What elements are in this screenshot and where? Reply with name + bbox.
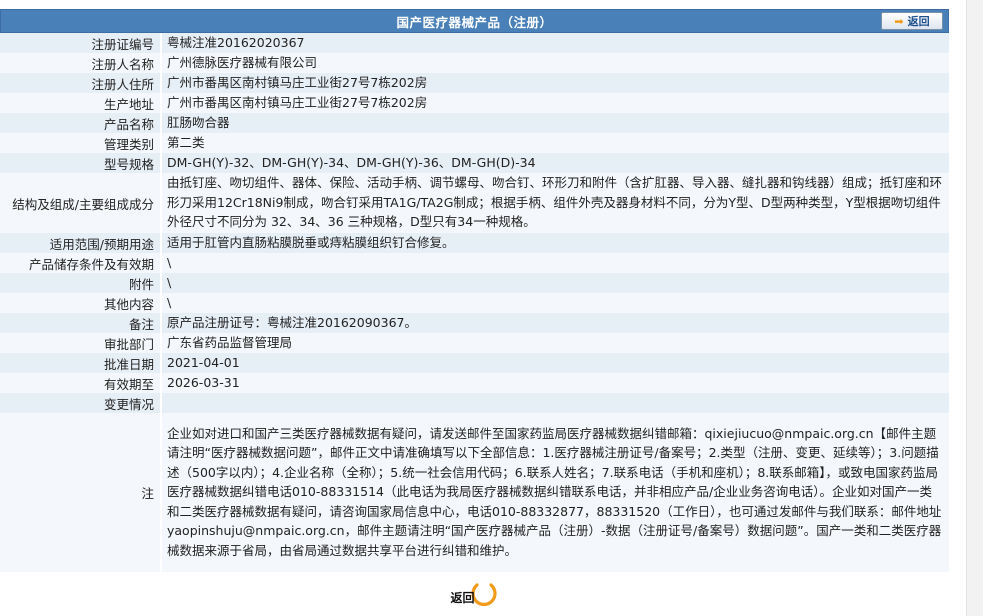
label-approval-date: 批准日期 <box>0 353 162 373</box>
row-note: 注 企业如对进口和国产三类医疗器械数据有疑问，请发送邮件至国家药监局医疗器械数据… <box>0 413 949 572</box>
value-structure-composition: 由抵钉座、吻切组件、器体、保险、活动手柄、调节螺母、吻合钉、环形刀和附件（含扩肛… <box>161 173 949 233</box>
label-production-address: 生产地址 <box>0 93 162 113</box>
label-attachments: 附件 <box>0 273 162 293</box>
row-registrant-name: 注册人名称 广州德脉医疗器械有限公司 <box>0 53 949 73</box>
row-change-history: 变更情况 <box>0 393 949 413</box>
value-management-class: 第二类 <box>161 133 949 153</box>
value-attachments: \ <box>161 273 949 293</box>
vertical-scrollbar[interactable] <box>966 0 983 616</box>
footer-bar: 返回 <box>0 575 949 615</box>
row-approval-date: 批准日期 2021-04-01 <box>0 353 949 373</box>
label-valid-until: 有效期至 <box>0 373 162 393</box>
row-production-address: 生产地址 广州市番禺区南村镇马庄工业街27号7栋202房 <box>0 93 949 113</box>
row-management-class: 管理类别 第二类 <box>0 133 949 153</box>
row-intended-use: 适用范围/预期用途 适用于肛管内直肠粘膜脱垂或痔粘膜组织钉合修复。 <box>0 233 949 253</box>
detail-table: 注册证编号 粤械注准20162020367 注册人名称 广州德脉医疗器械有限公司… <box>0 33 949 572</box>
row-valid-until: 有效期至 2026-03-31 <box>0 373 949 393</box>
row-remarks: 备注 原产品注册证号：粤械注准20162090367。 <box>0 313 949 333</box>
value-registration-number: 粤械注准20162020367 <box>161 33 949 53</box>
row-registration-number: 注册证编号 粤械注准20162020367 <box>0 33 949 53</box>
value-approval-date: 2021-04-01 <box>161 353 949 373</box>
label-change-history: 变更情况 <box>0 393 162 413</box>
value-remarks: 原产品注册证号：粤械注准20162090367。 <box>161 313 949 333</box>
value-storage-validity: \ <box>161 253 949 273</box>
value-model-spec: DM-GH(Y)-32、DM-GH(Y)-34、DM-GH(Y)-36、DM-G… <box>161 153 949 173</box>
value-note: 企业如对进口和国产三类医疗器械数据有疑问，请发送邮件至国家药监局医疗器械数据纠错… <box>161 413 949 572</box>
row-storage-validity: 产品储存条件及有效期 \ <box>0 253 949 273</box>
value-registrant-address: 广州市番禺区南村镇马庄工业街27号7栋202房 <box>161 73 949 93</box>
detail-panel: 国产医疗器械产品（注册） ➡ 返回 注册证编号 粤械注准20162020367 … <box>0 9 949 572</box>
back-button-top-label: 返回 <box>907 15 930 28</box>
label-remarks: 备注 <box>0 313 162 333</box>
arrow-right-icon: ➡ <box>894 14 904 28</box>
row-model-spec: 型号规格 DM-GH(Y)-32、DM-GH(Y)-34、DM-GH(Y)-36… <box>0 153 949 173</box>
value-registrant-name: 广州德脉医疗器械有限公司 <box>161 53 949 73</box>
page-title: 国产医疗器械产品（注册） <box>396 14 553 30</box>
value-production-address: 广州市番禺区南村镇马庄工业街27号7栋202房 <box>161 93 949 113</box>
label-registrant-name: 注册人名称 <box>0 53 162 73</box>
row-other-content: 其他内容 \ <box>0 293 949 313</box>
label-registration-number: 注册证编号 <box>0 33 162 53</box>
row-approval-department: 审批部门 广东省药品监督管理局 <box>0 333 949 353</box>
label-storage-validity: 产品储存条件及有效期 <box>0 253 162 273</box>
value-product-name: 肛肠吻合器 <box>161 113 949 133</box>
label-note: 注 <box>0 413 162 572</box>
label-approval-department: 审批部门 <box>0 333 162 353</box>
row-product-name: 产品名称 肛肠吻合器 <box>0 113 949 133</box>
label-product-name: 产品名称 <box>0 113 162 133</box>
row-registrant-address: 注册人住所 广州市番禺区南村镇马庄工业街27号7栋202房 <box>0 73 949 93</box>
row-attachments: 附件 \ <box>0 273 949 293</box>
value-intended-use: 适用于肛管内直肠粘膜脱垂或痔粘膜组织钉合修复。 <box>161 233 949 253</box>
value-valid-until: 2026-03-31 <box>161 373 949 393</box>
label-model-spec: 型号规格 <box>0 153 162 173</box>
label-structure-composition: 结构及组成/主要组成成分 <box>0 173 162 233</box>
back-button-bottom-label: 返回 <box>450 591 475 605</box>
title-bar: 国产医疗器械产品（注册） ➡ 返回 <box>0 9 949 33</box>
value-approval-department: 广东省药品监督管理局 <box>161 333 949 353</box>
back-button-top[interactable]: ➡ 返回 <box>881 12 943 30</box>
value-other-content: \ <box>161 293 949 313</box>
label-registrant-address: 注册人住所 <box>0 73 162 93</box>
back-button-bottom[interactable]: 返回 <box>451 581 499 611</box>
label-other-content: 其他内容 <box>0 293 162 313</box>
label-intended-use: 适用范围/预期用途 <box>0 233 162 253</box>
value-change-history <box>161 393 949 413</box>
row-structure-composition: 结构及组成/主要组成成分 由抵钉座、吻切组件、器体、保险、活动手柄、调节螺母、吻… <box>0 173 949 233</box>
page: 国产医疗器械产品（注册） ➡ 返回 注册证编号 粤械注准20162020367 … <box>0 0 983 616</box>
label-management-class: 管理类别 <box>0 133 162 153</box>
